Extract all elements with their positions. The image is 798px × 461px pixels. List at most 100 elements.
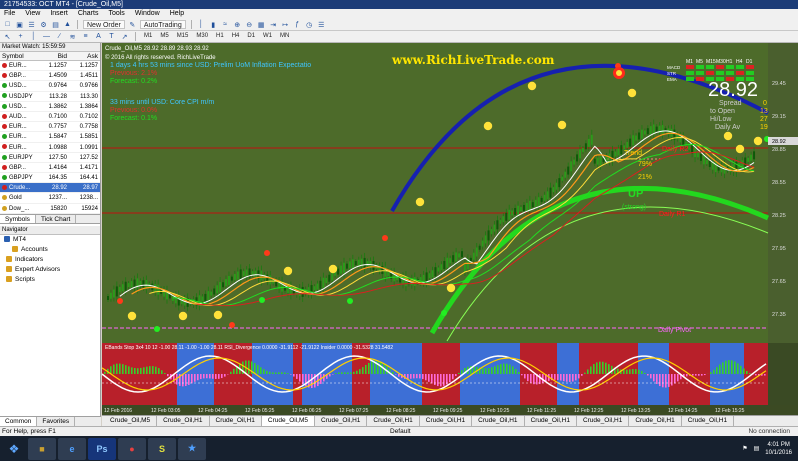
market-watch-row[interactable]: Gold 1237... 1238... (0, 193, 100, 204)
new-order-button[interactable]: New Order (83, 20, 125, 29)
chart-tab[interactable]: Crude_Oil,M5 (261, 416, 315, 426)
timeframe-w1[interactable]: W1 (261, 32, 274, 41)
timeframe-h4[interactable]: H4 (230, 32, 242, 41)
chart-tab[interactable]: Crude_Oil,H1 (525, 416, 577, 426)
bar-chart-icon[interactable]: │ (197, 20, 206, 29)
chart-tab[interactable]: Crude_Oil,H1 (367, 416, 420, 426)
zoom-out-icon[interactable]: ⊖ (245, 20, 254, 29)
col-bid[interactable]: Bid (37, 52, 69, 60)
chart-shift-icon[interactable]: ↦ (281, 20, 290, 29)
menu-charts[interactable]: Charts (78, 9, 99, 19)
timeframe-mn[interactable]: MN (278, 32, 291, 41)
autoscroll-icon[interactable]: ⇥ (269, 20, 278, 29)
tab-favorites[interactable]: Favorites (37, 417, 76, 426)
clock[interactable]: 4:01 PM 10/1/2016 (765, 441, 792, 457)
autotrading-button[interactable]: AutoTrading (139, 20, 186, 29)
new-chart-icon[interactable]: □ (3, 20, 12, 29)
menu-view[interactable]: View (25, 9, 40, 19)
candlestick-icon[interactable]: ▮ (209, 20, 218, 29)
nav-item-expert-advisors[interactable]: Expert Advisors (0, 265, 100, 275)
col-ask[interactable]: Ask (69, 52, 100, 60)
menu-window[interactable]: Window (135, 9, 160, 19)
menu-help[interactable]: Help (170, 9, 184, 19)
timeframe-m5[interactable]: M5 (158, 32, 170, 41)
chart-window[interactable]: M1 M5 M15 M30 H1 H4 D1 MACD STR EMA 29.45 29.15 28.8… (102, 43, 798, 415)
market-watch-row[interactable]: GBPJPY 164.35 164.41 (0, 173, 100, 184)
chart-tab[interactable]: Crude_Oil,H1 (577, 416, 630, 426)
histogram-bar (503, 363, 505, 374)
chart-tab[interactable]: Crude_Oil,H1 (629, 416, 682, 426)
tile-windows-icon[interactable]: ▦ (257, 20, 266, 29)
histogram-bar (398, 374, 400, 377)
text-icon[interactable]: A (94, 32, 103, 41)
metaeditor-icon[interactable]: ✎ (128, 20, 137, 29)
line-chart-icon[interactable]: ≈ (221, 20, 230, 29)
arrows-icon[interactable]: ↗ (120, 32, 129, 41)
chart-tab[interactable]: Crude_Oil,H1 (210, 416, 262, 426)
flag-icon[interactable]: ⚑ (742, 445, 747, 452)
menu-tools[interactable]: Tools (108, 9, 124, 19)
time-axis-label: 12 Feb 15:25 (715, 408, 745, 414)
market-watch-row[interactable]: USDJPY 113.28 113.30 (0, 92, 100, 102)
market-watch-icon[interactable]: ☰ (27, 20, 36, 29)
market-watch-row[interactable]: USD... 1.3862 1.3864 (0, 102, 100, 112)
explorer-icon[interactable]: ■ (28, 437, 56, 460)
timeframe-d1[interactable]: D1 (245, 32, 257, 41)
market-watch-row[interactable]: GBP... 1.4509 1.4511 (0, 71, 100, 82)
metatrader-icon[interactable]: ★ (178, 437, 206, 460)
timeframe-m1[interactable]: M1 (142, 32, 154, 41)
chart-tab[interactable]: Crude_Oil,H1 (682, 416, 735, 426)
cursor-icon[interactable]: ↖ (3, 32, 12, 41)
market-watch-row[interactable]: Dow_... 15820 15924 (0, 204, 100, 214)
indicators-icon[interactable]: ƒ (293, 20, 302, 29)
terminal-icon[interactable]: ▤ (51, 20, 60, 29)
skype-icon[interactable]: S (148, 437, 176, 460)
windows-start-icon[interactable]: ❖ (0, 436, 28, 461)
channel-icon[interactable]: ≋ (68, 32, 77, 41)
photoshop-icon[interactable]: Ps (88, 437, 116, 460)
market-watch-row[interactable]: EUR... 1.5847 1.5851 (0, 132, 100, 143)
col-symbol[interactable]: Symbol (0, 52, 37, 60)
chart-tab[interactable]: Crude_Oil,H1 (315, 416, 368, 426)
market-watch-row[interactable]: EUR... 1.1257 1.1257 (0, 61, 100, 72)
chart-tab[interactable]: Crude_Oil,M5 (104, 416, 158, 426)
timeframe-m30[interactable]: M30 (194, 32, 210, 41)
trend-direction: UP (628, 188, 644, 200)
horizontal-line-icon[interactable]: — (42, 32, 51, 41)
tab-symbols[interactable]: Symbols (0, 214, 36, 223)
navigator-icon[interactable]: ⚙ (39, 20, 48, 29)
chrome-icon[interactable]: ● (118, 437, 146, 460)
trendline-icon[interactable]: ∕ (55, 32, 64, 41)
market-watch-row[interactable]: EURJPY 127.50 127.52 (0, 153, 100, 163)
label-icon[interactable]: T (107, 32, 116, 41)
menu-insert[interactable]: Insert (50, 9, 68, 19)
market-watch-row[interactable]: USD... 0.9764 0.9766 (0, 81, 100, 92)
nav-item-indicators[interactable]: Indicators (0, 255, 100, 265)
nav-item-accounts[interactable]: Accounts (0, 245, 100, 255)
periods-icon[interactable]: ◷ (305, 20, 314, 29)
market-watch-row[interactable]: Crude... 28.92 28.97 (0, 183, 100, 194)
network-icon[interactable]: ▤ (754, 445, 760, 452)
fibonacci-icon[interactable]: ≡ (81, 32, 90, 41)
chart-tab[interactable]: Crude_Oil,H1 (420, 416, 473, 426)
tab-tick-chart[interactable]: Tick Chart (36, 214, 77, 223)
tester-icon[interactable]: ▲ (63, 20, 72, 29)
tab-common[interactable]: Common (0, 417, 38, 426)
menu-file[interactable]: File (4, 9, 15, 19)
chart-tab[interactable]: Crude_Oil,H1 (157, 416, 210, 426)
nav-item-scripts[interactable]: Scripts (0, 275, 100, 285)
crosshair-icon[interactable]: + (16, 32, 25, 41)
vertical-line-icon[interactable]: │ (29, 32, 38, 41)
chart-tab[interactable]: Crude_Oil,H1 (472, 416, 525, 426)
market-watch-row[interactable]: AUD... 0.7100 0.7102 (0, 112, 100, 123)
market-watch-row[interactable]: EUR... 0.7757 0.7758 (0, 122, 100, 133)
market-watch-row[interactable]: GBP... 1.4164 1.4171 (0, 163, 100, 174)
ie-icon[interactable]: e (58, 437, 86, 460)
zoom-in-icon[interactable]: ⊕ (233, 20, 242, 29)
market-watch-row[interactable]: EUR... 1.0988 1.0991 (0, 143, 100, 153)
profiles-icon[interactable]: ▣ (15, 20, 24, 29)
nav-item-mt4[interactable]: MT4 (0, 235, 100, 245)
templates-icon[interactable]: ☰ (317, 20, 326, 29)
timeframe-h1[interactable]: H1 (214, 32, 226, 41)
timeframe-m15[interactable]: M15 (175, 32, 191, 41)
